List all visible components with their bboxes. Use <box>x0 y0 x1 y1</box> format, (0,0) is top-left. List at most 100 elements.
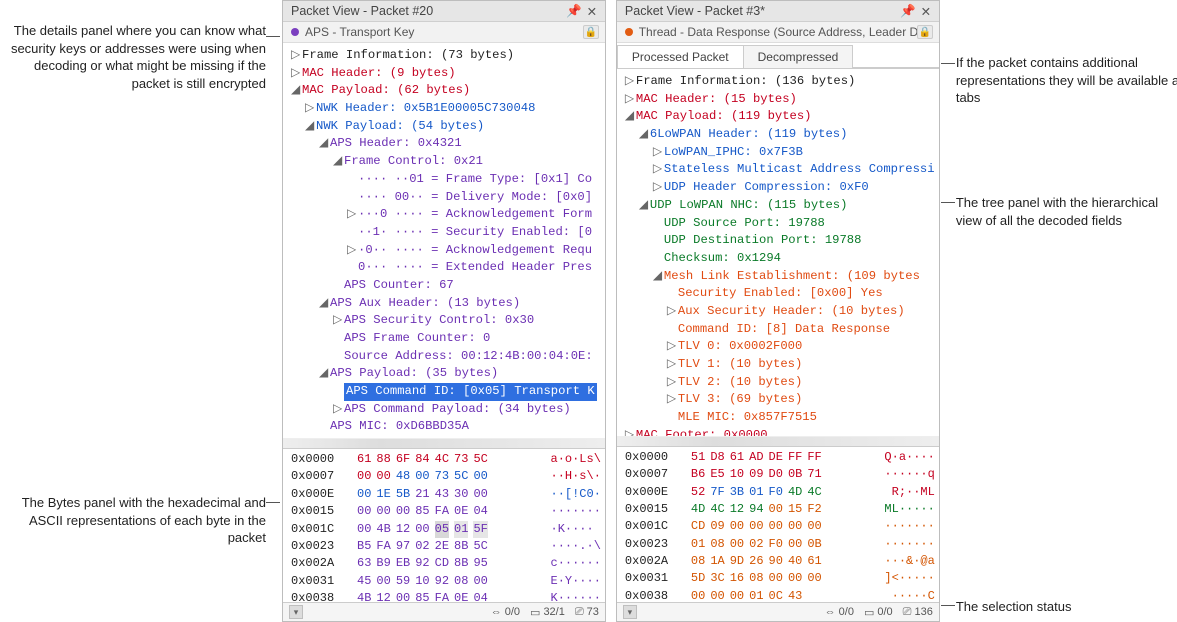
tree-row[interactable]: ◢NWK Payload: (54 bytes) <box>287 118 605 136</box>
expand-right-icon[interactable]: ▷ <box>305 100 316 118</box>
tree-row[interactable]: ·APS Counter: 67 <box>287 277 605 295</box>
hex-byte[interactable]: 00 <box>473 486 487 503</box>
hex-byte[interactable]: 01 <box>749 588 763 602</box>
hex-byte[interactable]: 21 <box>415 486 429 503</box>
hex-byte[interactable]: 7F <box>710 484 724 501</box>
hex-byte[interactable]: F0 <box>769 484 783 501</box>
hex-row[interactable]: 0x001CCD090000000000······· <box>625 518 935 535</box>
hex-byte[interactable]: 08 <box>691 553 705 570</box>
hex-row[interactable]: 0x00315D3C1608000000]<····· <box>625 570 935 587</box>
tree-row[interactable]: ▷TLV 3: (69 bytes) <box>621 391 939 409</box>
expand-down-icon[interactable]: ◢ <box>653 268 664 286</box>
expand-right-icon[interactable]: ▷ <box>333 312 344 330</box>
tree-row[interactable]: ▷MAC Footer: 0x0000 <box>621 427 939 436</box>
hex-byte[interactable]: 09 <box>749 466 763 483</box>
hex-byte[interactable]: 61 <box>730 449 744 466</box>
hex-byte[interactable]: 73 <box>454 451 468 468</box>
hex-byte[interactable]: CD <box>435 555 449 572</box>
hex-byte[interactable]: 0E <box>454 590 468 602</box>
hex-byte[interactable]: 08 <box>454 573 468 590</box>
hex-byte[interactable]: 4D <box>788 484 802 501</box>
hex-byte[interactable]: 48 <box>396 468 410 485</box>
hex-byte[interactable]: 0B <box>807 536 821 553</box>
expand-down-icon[interactable]: ◢ <box>291 82 302 100</box>
hex-byte[interactable]: B5 <box>357 538 371 555</box>
expand-down-icon[interactable]: ◢ <box>319 295 330 313</box>
hex-byte[interactable]: 16 <box>730 570 744 587</box>
hex-byte[interactable]: 43 <box>435 486 449 503</box>
hex-byte[interactable]: 2E <box>435 538 449 555</box>
hex-byte[interactable]: 00 <box>376 468 390 485</box>
tree-row[interactable]: ◢APS Aux Header: (13 bytes) <box>287 295 605 313</box>
hex-byte[interactable]: 71 <box>807 466 821 483</box>
hex-byte[interactable]: 1A <box>710 553 724 570</box>
expand-right-icon[interactable]: ▷ <box>667 391 678 409</box>
hex-byte[interactable]: 00 <box>710 588 724 602</box>
hex-byte[interactable]: 63 <box>357 555 371 572</box>
hex-byte[interactable]: F0 <box>769 536 783 553</box>
status-menu-button[interactable]: ▾ <box>289 605 303 619</box>
hex-byte[interactable]: 00 <box>788 518 802 535</box>
tree-row[interactable]: ·APS Frame Counter: 0 <box>287 330 605 348</box>
hex-byte[interactable]: 00 <box>730 536 744 553</box>
lock-icon[interactable]: 🔒 <box>583 25 599 39</box>
hex-byte[interactable]: 02 <box>415 538 429 555</box>
tree-row[interactable]: ▷Frame Information: (136 bytes) <box>621 73 939 91</box>
tree-row[interactable]: ▷···0 ···· = Acknowledgement Form <box>287 206 605 224</box>
hex-row[interactable]: 0x000700004800735C00··H·s\· <box>291 468 601 485</box>
tree-row[interactable]: ·Checksum: 0x1294 <box>621 250 939 268</box>
hex-byte[interactable]: 3C <box>710 570 724 587</box>
tree-row[interactable]: ·UDP Source Port: 19788 <box>621 215 939 233</box>
hex-byte[interactable]: 10 <box>730 466 744 483</box>
expand-down-icon[interactable]: ◢ <box>319 135 330 153</box>
tree-row[interactable]: ▷APS Security Control: 0x30 <box>287 312 605 330</box>
hex-row[interactable]: 0x000E001E5B21433000··[!C0· <box>291 486 601 503</box>
hex-byte[interactable]: 05 <box>435 521 449 538</box>
hex-row[interactable]: 0x0038000000010C43 ·····C <box>625 588 935 602</box>
hex-byte[interactable]: DE <box>769 449 783 466</box>
hex-byte[interactable]: 00 <box>473 573 487 590</box>
tree-row[interactable]: ◢UDP LoWPAN NHC: (115 bytes) <box>621 197 939 215</box>
tab-decompressed[interactable]: Decompressed <box>743 45 854 68</box>
hex-byte[interactable] <box>807 588 821 602</box>
hex-byte[interactable]: 61 <box>357 451 371 468</box>
hex-byte[interactable]: 0B <box>788 466 802 483</box>
hex-byte[interactable]: 00 <box>691 588 705 602</box>
hex-row[interactable]: 0x001C004B120005015F·K···· <box>291 521 601 538</box>
horizontal-scrollbar[interactable] <box>617 436 939 446</box>
hex-row[interactable]: 0x002A63B9EB92CD8B95c······ <box>291 555 601 572</box>
hex-byte[interactable]: 84 <box>415 451 429 468</box>
close-icon[interactable]: ✕ <box>919 4 933 18</box>
hex-byte[interactable]: 61 <box>807 553 821 570</box>
hex-byte[interactable]: 00 <box>396 590 410 602</box>
hex-row[interactable]: 0x0007B6E51009D00B71······q <box>625 466 935 483</box>
hex-byte[interactable]: 92 <box>435 573 449 590</box>
hex-byte[interactable]: 00 <box>357 468 371 485</box>
hex-byte[interactable]: AD <box>749 449 763 466</box>
hex-byte[interactable]: 00 <box>769 518 783 535</box>
expand-right-icon[interactable]: ▷ <box>653 144 664 162</box>
tree-row[interactable]: ◢MAC Payload: (119 bytes) <box>621 108 939 126</box>
horizontal-scrollbar[interactable] <box>283 438 605 448</box>
expand-down-icon[interactable]: ◢ <box>625 108 636 126</box>
expand-right-icon[interactable]: ▷ <box>347 206 358 224</box>
hex-byte[interactable]: 4C <box>807 484 821 501</box>
hex-byte[interactable]: 00 <box>769 501 783 518</box>
hex-byte[interactable]: 00 <box>788 536 802 553</box>
hex-byte[interactable]: 00 <box>807 570 821 587</box>
hex-byte[interactable]: 51 <box>691 449 705 466</box>
hex-byte[interactable]: 97 <box>396 538 410 555</box>
hex-byte[interactable]: 45 <box>357 573 371 590</box>
expand-right-icon[interactable]: ▷ <box>667 303 678 321</box>
hex-byte[interactable]: D0 <box>769 466 783 483</box>
tree-row[interactable]: ▷TLV 0: 0x0002F000 <box>621 338 939 356</box>
hex-row[interactable]: 0x002301080002F0000B······· <box>625 536 935 553</box>
hex-byte[interactable]: 12 <box>376 590 390 602</box>
hex-byte[interactable]: FA <box>376 538 390 555</box>
tree-row[interactable]: ·Security Enabled: [0x00] Yes <box>621 285 939 303</box>
hex-byte[interactable]: FF <box>788 449 802 466</box>
expand-right-icon[interactable]: ▷ <box>653 161 664 179</box>
expand-down-icon[interactable]: ◢ <box>639 197 650 215</box>
hex-byte[interactable]: 9D <box>730 553 744 570</box>
hex-byte[interactable]: B6 <box>691 466 705 483</box>
